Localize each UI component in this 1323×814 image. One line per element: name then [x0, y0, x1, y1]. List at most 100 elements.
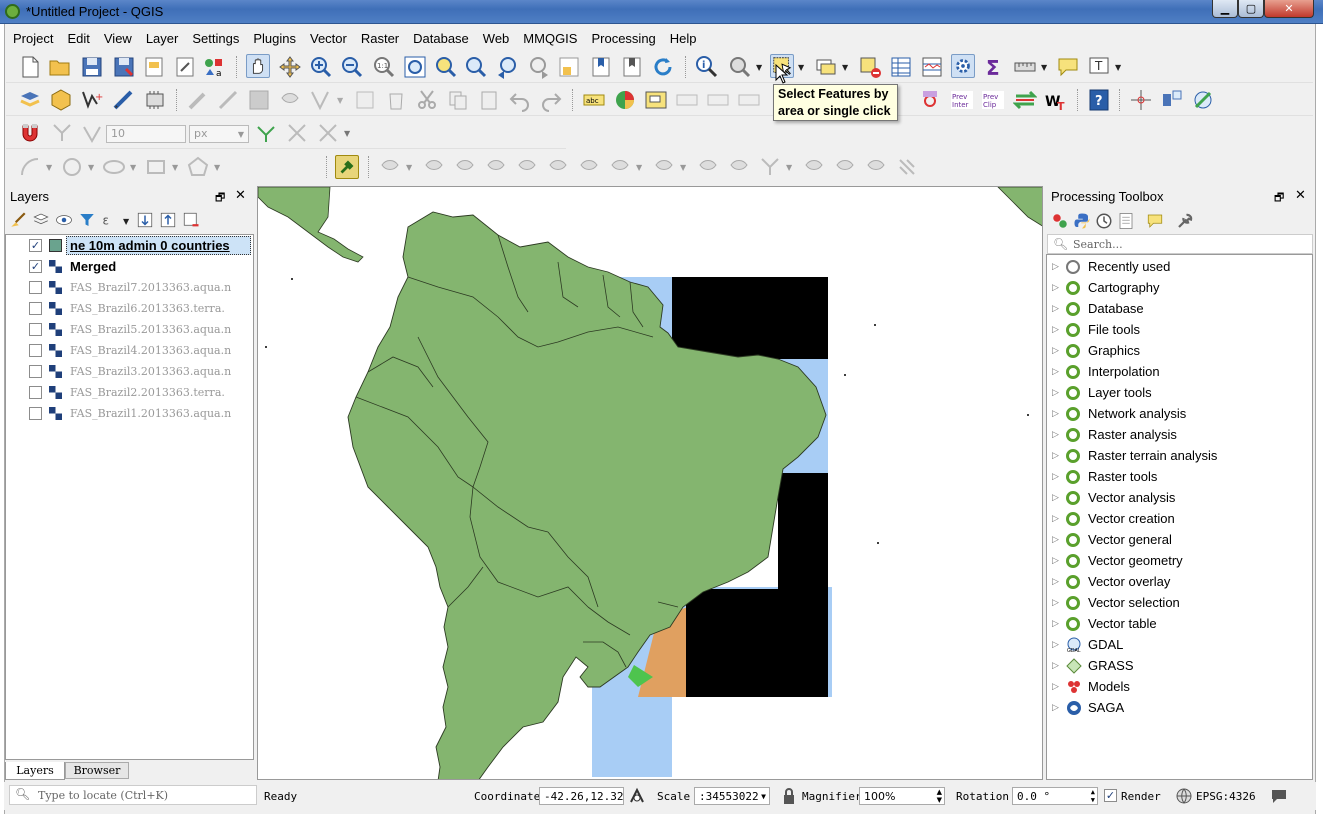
layer-visibility-checkbox[interactable] — [29, 281, 42, 294]
chevron-down-icon[interactable]: ▼ — [798, 63, 804, 72]
attribute-table-icon[interactable] — [889, 55, 913, 79]
rotate-label-icon[interactable] — [918, 88, 942, 112]
layer-diagram-icon[interactable] — [613, 88, 637, 112]
toolbox-item[interactable]: ▷ Models — [1052, 676, 1130, 697]
help-icon[interactable]: ? — [1087, 88, 1111, 112]
prev-inter-icon[interactable]: PrevInter — [950, 88, 974, 112]
lock-scale-icon[interactable] — [782, 787, 796, 805]
deselect-all-icon[interactable] — [858, 55, 882, 79]
layer-visibility-checkbox[interactable]: ✓ — [29, 239, 42, 252]
style-panel-icon[interactable] — [9, 211, 27, 229]
expand-arrow-icon[interactable]: ▷ — [1052, 492, 1066, 503]
save-project-icon[interactable] — [80, 55, 104, 79]
chevron-down-icon[interactable]: ▼ — [123, 217, 129, 226]
new-map-view-icon[interactable] — [557, 55, 581, 79]
layer-row[interactable]: FAS_Brazil4.2013363.aqua.n — [6, 340, 252, 361]
toolbox-item[interactable]: ▷ Vector table — [1052, 613, 1157, 634]
expand-arrow-icon[interactable]: ▷ — [1052, 702, 1066, 713]
refresh-icon[interactable] — [651, 55, 675, 79]
measure-line-icon[interactable] — [1013, 55, 1037, 79]
magnifier-spinbox[interactable]: 100% ▲ ▼ — [859, 787, 945, 805]
expand-arrow-icon[interactable]: ▷ — [1052, 387, 1066, 398]
add-ring-icon[interactable] — [1129, 88, 1153, 112]
python-scripts-icon[interactable] — [1073, 212, 1091, 230]
expand-arrow-icon[interactable]: ▷ — [1052, 303, 1066, 314]
toolbox-item[interactable]: ▷ Database — [1052, 298, 1144, 319]
menu-layer[interactable]: Layer — [139, 31, 186, 46]
chevron-down-icon[interactable]: ▼ — [761, 792, 766, 801]
toolbox-item[interactable]: ▷ SAGA — [1052, 697, 1124, 718]
history-icon[interactable] — [1095, 212, 1113, 230]
expand-arrow-icon[interactable]: ▷ — [1052, 534, 1066, 545]
filter-legend-icon[interactable] — [78, 211, 96, 229]
zoom-to-layer-icon[interactable] — [464, 55, 488, 79]
snapping-magnet-icon[interactable] — [18, 121, 42, 145]
expand-arrow-icon[interactable]: ▷ — [1052, 471, 1066, 482]
zoom-out-icon[interactable] — [340, 55, 364, 79]
plugin-reloader-icon[interactable] — [335, 155, 359, 179]
toolbox-item[interactable]: ▷ Raster analysis — [1052, 424, 1177, 445]
open-project-icon[interactable] — [48, 55, 72, 79]
layer-row[interactable]: FAS_Brazil1.2013363.aqua.n — [6, 403, 252, 424]
expand-arrow-icon[interactable]: ▷ — [1052, 261, 1066, 272]
layer-row[interactable]: FAS_Brazil3.2013363.aqua.n — [6, 361, 252, 382]
toolbox-icon[interactable] — [951, 54, 975, 78]
expand-arrow-icon[interactable]: ▷ — [1052, 408, 1066, 419]
layer-row[interactable]: FAS_Brazil5.2013363.aqua.n — [6, 319, 252, 340]
layer-visibility-checkbox[interactable] — [29, 407, 42, 420]
zoom-full-icon[interactable] — [403, 55, 427, 79]
messages-icon[interactable] — [1270, 787, 1288, 805]
zoom-in-icon[interactable] — [309, 55, 333, 79]
plugin-tool-icon[interactable] — [1191, 88, 1215, 112]
layer-visibility-checkbox[interactable]: ✓ — [29, 260, 42, 273]
layer-visibility-checkbox[interactable] — [29, 323, 42, 336]
rotation-spinbox[interactable]: 0.0 ° ▲ ▼ — [1012, 787, 1098, 805]
toolbox-item[interactable]: ▷ Raster tools — [1052, 466, 1157, 487]
layer-visibility-checkbox[interactable] — [29, 302, 42, 315]
chevron-down-icon[interactable]: ▼ — [842, 63, 848, 72]
text-annotation-icon[interactable]: T — [1087, 55, 1111, 79]
menu-edit[interactable]: Edit — [60, 31, 96, 46]
expand-arrow-icon[interactable]: ▷ — [1052, 429, 1066, 440]
expand-arrow-icon[interactable]: ▷ — [1052, 555, 1066, 566]
expand-arrow-icon[interactable]: ▷ — [1052, 324, 1066, 335]
toolbox-item[interactable]: ▷ Vector creation — [1052, 508, 1175, 529]
scale-combobox[interactable]: :34553022 ▼ — [694, 787, 770, 805]
layer-visibility-checkbox[interactable] — [29, 344, 42, 357]
expand-arrow-icon[interactable]: ▷ — [1052, 639, 1066, 650]
close-window-button[interactable]: ✕ — [1264, 0, 1314, 18]
collapse-all-icon[interactable] — [159, 211, 177, 229]
zoom-native-icon[interactable]: 1:1 — [372, 55, 396, 79]
statistical-summary-icon[interactable]: Σ — [982, 55, 1006, 79]
toolbox-item[interactable]: ▷ Network analysis — [1052, 403, 1186, 424]
float-panel-icon[interactable]: 🗗 — [1274, 189, 1284, 208]
highlight-pinned-labels-icon[interactable] — [644, 88, 668, 112]
expand-arrow-icon[interactable]: ▷ — [1052, 513, 1066, 524]
layer-row[interactable]: ✓ ne 10m admin 0 countries — [6, 235, 252, 256]
minimize-button[interactable]: ▁ — [1212, 0, 1238, 18]
pan-map-icon[interactable] — [246, 54, 270, 78]
locator-search-input[interactable]: 🔍︎ Type to locate (Ctrl+K) — [9, 785, 257, 805]
menu-view[interactable]: View — [97, 31, 139, 46]
layout-manager-icon[interactable] — [173, 55, 197, 79]
menu-web[interactable]: Web — [476, 31, 517, 46]
expand-arrow-icon[interactable]: ▷ — [1052, 618, 1066, 629]
layer-row[interactable]: FAS_Brazil2.2013363.terra. — [6, 382, 252, 403]
spin-arrows-icon[interactable]: ▲ ▼ — [1091, 788, 1095, 804]
map-tips-icon[interactable] — [1056, 55, 1080, 79]
layer-row[interactable]: FAS_Brazil6.2013363.terra. — [6, 298, 252, 319]
toolbox-item[interactable]: ▷ Interpolation — [1052, 361, 1160, 382]
edit-features-in-place-icon[interactable] — [1146, 212, 1164, 230]
menu-project[interactable]: Project — [6, 31, 60, 46]
menu-mmqgis[interactable]: MMQGIS — [516, 31, 584, 46]
filter-expression-icon[interactable]: ε — [101, 211, 119, 229]
tab-browser[interactable]: Browser — [65, 762, 129, 779]
crs-globe-icon[interactable] — [1176, 788, 1192, 804]
maximize-button[interactable]: ▢ — [1238, 0, 1264, 18]
crs-label[interactable]: EPSG:4326 — [1196, 790, 1256, 803]
menu-database[interactable]: Database — [406, 31, 476, 46]
identify-features-icon[interactable]: i — [695, 55, 719, 79]
georeferencer-icon[interactable] — [1160, 88, 1184, 112]
manage-visibility-icon[interactable] — [55, 211, 73, 229]
chevron-down-icon[interactable]: ▼ — [344, 129, 350, 138]
